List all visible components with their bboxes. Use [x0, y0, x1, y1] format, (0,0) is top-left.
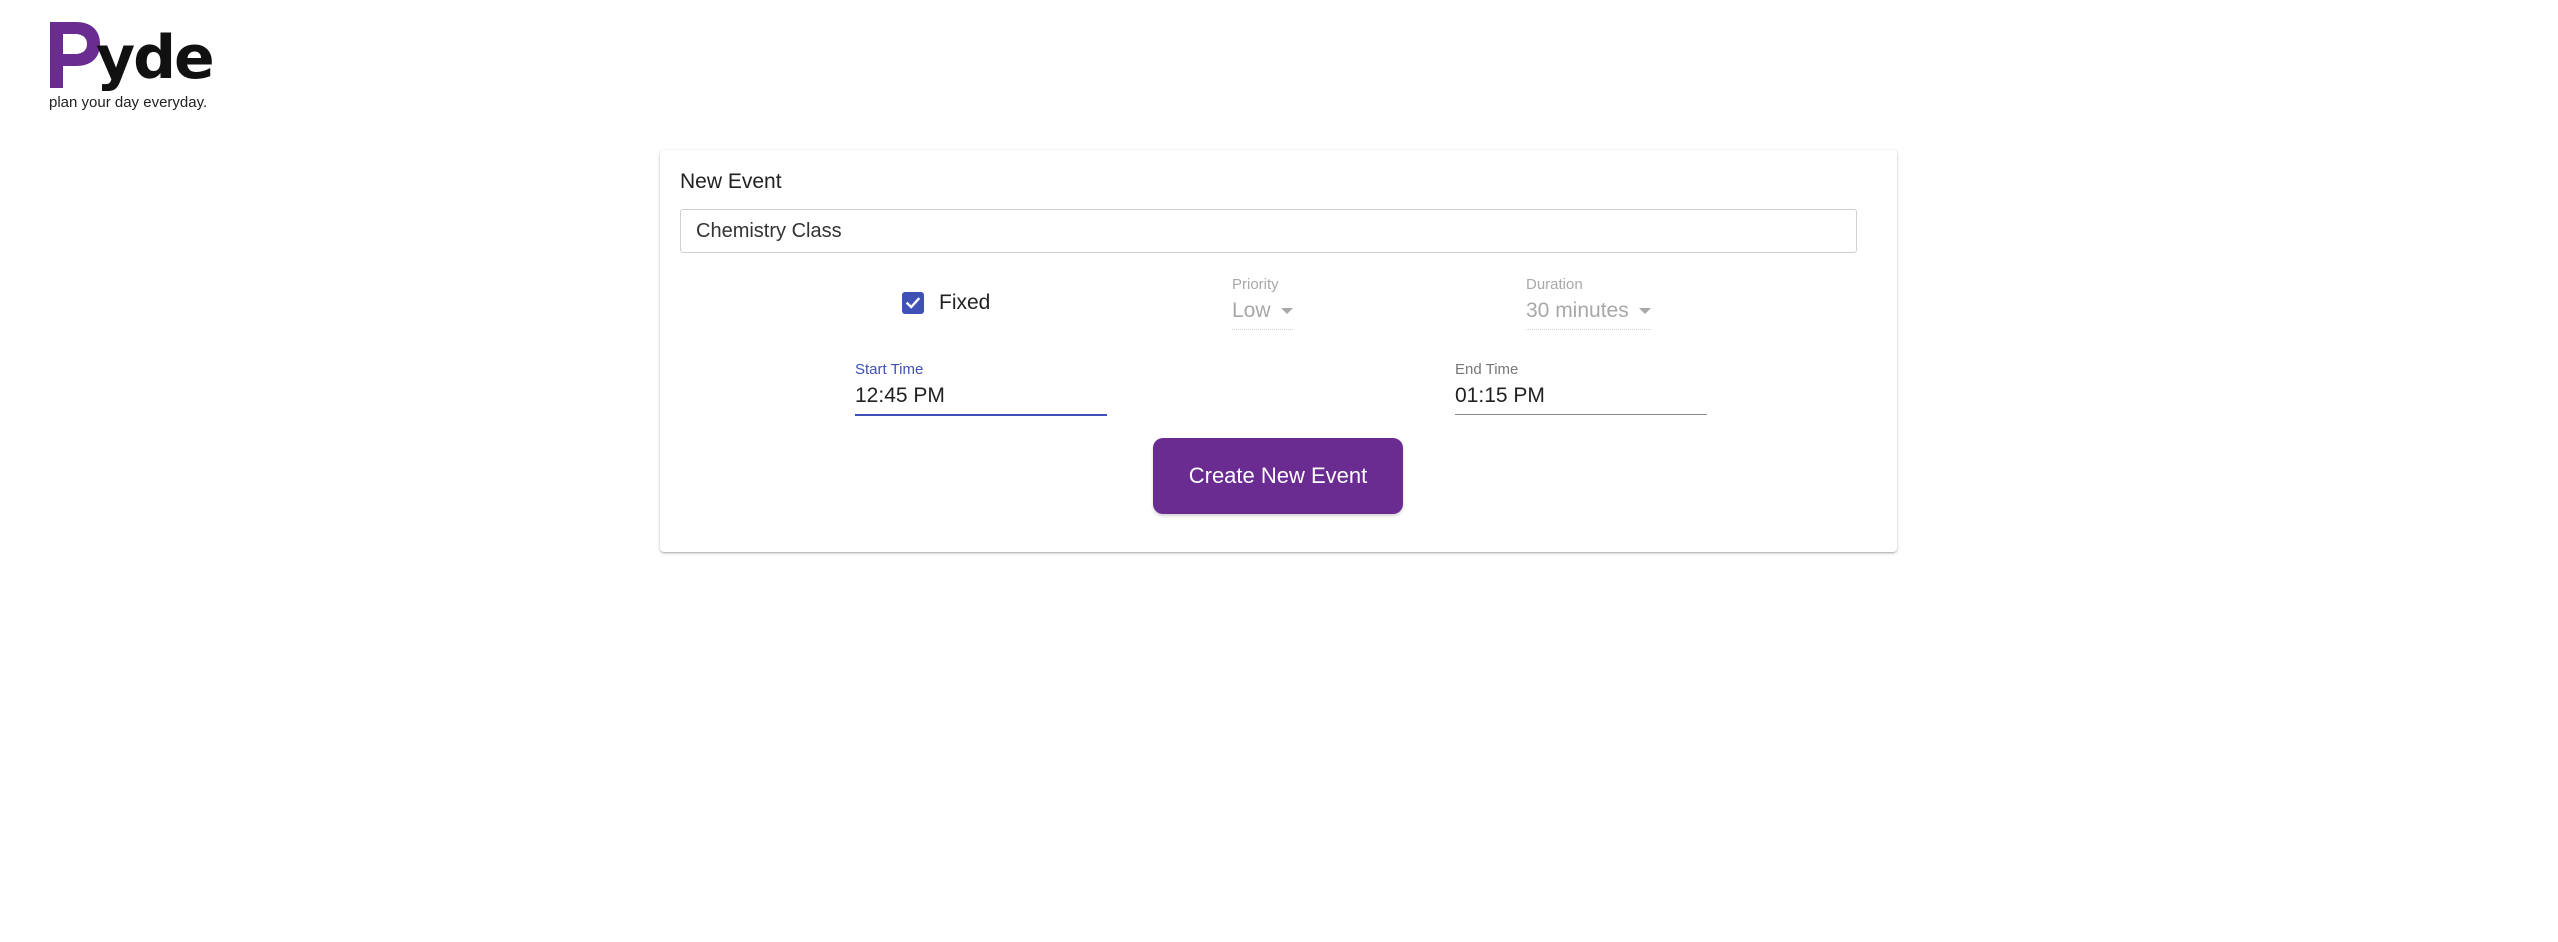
duration-label: Duration [1526, 276, 1583, 293]
priority-select[interactable]: Priority Low [1232, 276, 1293, 330]
start-time-field[interactable]: Start Time [855, 361, 1107, 416]
logo-initial: P [48, 18, 49, 19]
logo-tagline: plan your day everyday. [49, 94, 208, 111]
new-event-card: New Event Fixed Priority Low Duration 30… [660, 150, 1897, 552]
fixed-label: Fixed [939, 291, 991, 314]
start-time-input[interactable] [855, 384, 1107, 416]
fixed-checkbox-group[interactable]: Fixed [902, 290, 990, 316]
priority-label: Priority [1232, 276, 1279, 293]
logo-wordmark: yde [96, 23, 215, 93]
start-time-label: Start Time [855, 361, 924, 378]
priority-value-box[interactable]: Low [1232, 299, 1293, 330]
app-logo[interactable]: yde plan your day everyday. P [48, 18, 238, 118]
fixed-checkbox[interactable] [902, 292, 924, 314]
logo-p-mark [50, 22, 100, 88]
duration-value-box[interactable]: 30 minutes [1526, 299, 1651, 330]
end-time-input[interactable] [1455, 384, 1707, 415]
end-time-label: End Time [1455, 361, 1519, 378]
dropdown-caret-icon [1638, 308, 1651, 314]
card-title: New Event [680, 170, 782, 193]
end-time-field[interactable]: End Time [1455, 361, 1707, 415]
page: yde plan your day everyday. P New Event … [0, 0, 2558, 942]
event-name-input[interactable] [680, 209, 1857, 253]
checkmark-icon [905, 297, 921, 309]
dropdown-caret-icon [1280, 308, 1293, 314]
duration-select[interactable]: Duration 30 minutes [1526, 276, 1651, 330]
priority-value: Low [1232, 299, 1271, 322]
duration-value: 30 minutes [1526, 299, 1629, 322]
create-new-event-button[interactable]: Create New Event [1153, 438, 1403, 514]
